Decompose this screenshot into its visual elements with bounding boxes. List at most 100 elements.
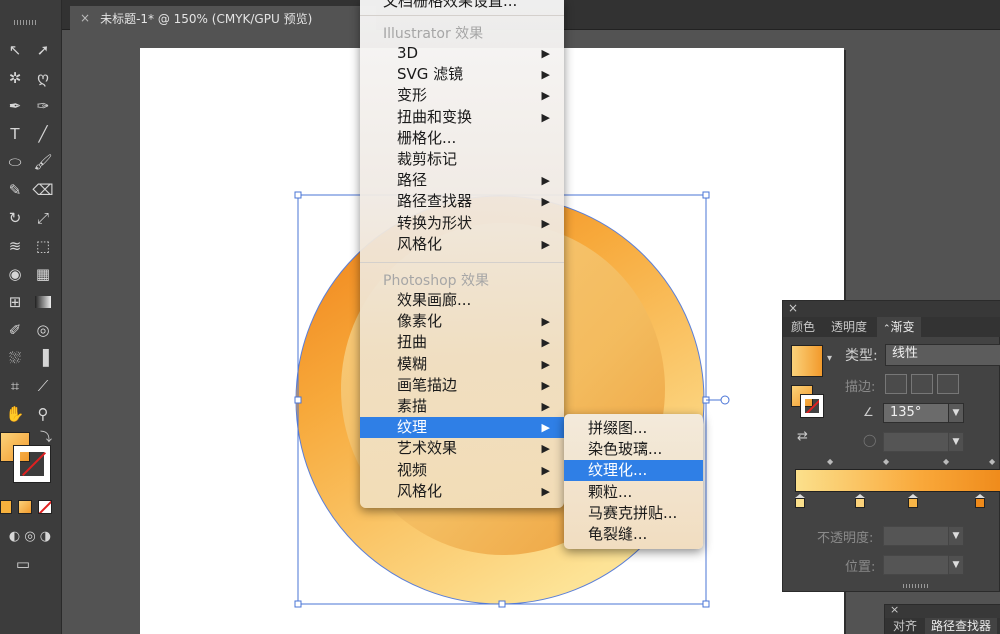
angle-icon: ∠ xyxy=(863,405,874,419)
menu-item-raster-effects-settings[interactable]: 文档栅格效果设置... xyxy=(360,0,564,12)
menu-item-label: 扭曲和变换 xyxy=(397,107,473,126)
submenu-arrow-icon: ▶ xyxy=(541,315,550,329)
midpoint-marker[interactable]: ◆ xyxy=(989,457,995,466)
menu-item-label: 栅格化... xyxy=(397,128,457,147)
panel-title-bar[interactable]: × xyxy=(885,603,1000,618)
submenu-item-4[interactable]: 马赛克拼贴... xyxy=(564,503,703,524)
submenu-arrow-icon: ▶ xyxy=(541,357,550,371)
submenu-arrow-icon: ▶ xyxy=(541,174,550,188)
menu-item-photoshop-9[interactable]: 风格化 ▶ xyxy=(360,481,564,502)
angle-field[interactable]: 135° xyxy=(883,403,949,423)
menu-item-photoshop-0[interactable]: 效果画廊... xyxy=(360,290,564,311)
menu-item-illustrator-7[interactable]: 路径查找器 ▶ xyxy=(360,191,564,212)
tab-gradient-label: 渐变 xyxy=(890,320,915,334)
menu-item-label: 转换为形状 xyxy=(397,213,473,232)
opacity-dropdown-icon: ▼ xyxy=(948,526,964,546)
menu-item-illustrator-5[interactable]: 裁剪标记 xyxy=(360,149,564,170)
menu-item-label: 画笔描边 xyxy=(397,375,458,394)
submenu-arrow-icon: ▶ xyxy=(541,47,550,60)
menu-item-label: SVG 滤镜 xyxy=(397,65,464,84)
menu-item-photoshop-6[interactable]: 纹理 ▶ xyxy=(360,417,564,439)
menu-item-illustrator-4[interactable]: 栅格化... xyxy=(360,128,564,149)
submenu-arrow-icon: ▶ xyxy=(541,68,550,82)
submenu-arrow-icon: ▶ xyxy=(541,484,550,498)
midpoint-marker[interactable]: ◆ xyxy=(943,457,949,466)
submenu-arrow-icon: ▶ xyxy=(541,400,550,413)
menu-item-photoshop-3[interactable]: 模糊 ▶ xyxy=(360,354,564,375)
menu-item-label: 裁剪标记 xyxy=(397,150,458,168)
submenu-arrow-icon: ▶ xyxy=(541,195,550,209)
submenu-item-3[interactable]: 颗粒... xyxy=(564,482,703,503)
menu-item-label: 风格化 xyxy=(397,481,443,500)
menu-item-photoshop-1[interactable]: 像素化 ▶ xyxy=(360,311,564,332)
center-point-handle[interactable] xyxy=(720,395,730,405)
menu-item-illustrator-9[interactable]: 风格化 ▶ xyxy=(360,234,564,255)
menu-item-illustrator-1[interactable]: SVG 滤镜 ▶ xyxy=(360,64,564,85)
menu-item-illustrator-6[interactable]: 路径 ▶ xyxy=(360,170,564,191)
menu-item-label: 路径 xyxy=(397,171,428,190)
menu-item-photoshop-8[interactable]: 视频 ▶ xyxy=(360,460,564,481)
tab-color[interactable]: 颜色 xyxy=(785,317,821,337)
menu-item-photoshop-2[interactable]: 扭曲 ▶ xyxy=(360,332,564,353)
menu-item-label: 模糊 xyxy=(397,354,428,373)
thumbnail-dropdown-icon[interactable]: ▾ xyxy=(827,353,832,364)
menu-item-label: 3D xyxy=(397,44,419,62)
texture-submenu: 拼缀图... 染色玻璃... 纹理化... 颗粒... 马赛克拼贴... 龟裂缝... xyxy=(564,414,703,549)
menu-item-illustrator-8[interactable]: 转换为形状 ▶ xyxy=(360,213,564,234)
type-label: 类型: xyxy=(845,348,878,364)
menu-item-label: 纹理 xyxy=(397,418,428,437)
menu-item-photoshop-5[interactable]: 素描 ▶ xyxy=(360,396,564,417)
midpoint-marker[interactable]: ◆ xyxy=(827,457,833,466)
panel-close-icon[interactable]: × xyxy=(890,603,899,616)
color-stop[interactable] xyxy=(908,494,918,508)
submenu-item-5[interactable]: 龟裂缝... xyxy=(564,524,703,545)
panel-title-bar[interactable]: × xyxy=(783,301,1000,317)
menu-item-illustrator-3[interactable]: 扭曲和变换 ▶ xyxy=(360,107,564,128)
submenu-item-0[interactable]: 拼缀图... xyxy=(564,418,703,439)
menu-item-label: 变形 xyxy=(397,86,428,105)
submenu-arrow-icon: ▶ xyxy=(541,442,550,456)
opacity-label: 不透明度: xyxy=(817,531,874,546)
gradient-panel: × 颜色 透明度 ⌃渐变 ▾ 类型: 线性 描边: ⇄ ∠ 135° ▼ ◯ ▼… xyxy=(782,300,1000,592)
resize-grip[interactable] xyxy=(903,584,929,588)
menu-item-label: 视频 xyxy=(397,460,428,479)
midpoint-marker[interactable]: ◆ xyxy=(883,457,889,466)
location-label: 位置: xyxy=(845,560,876,575)
menu-item-illustrator-2[interactable]: 变形 ▶ xyxy=(360,85,564,106)
submenu-arrow-icon: ▶ xyxy=(541,378,550,392)
panel-close-icon[interactable]: × xyxy=(788,301,798,315)
gradient-thumbnail[interactable] xyxy=(791,345,823,377)
submenu-arrow-icon: ▶ xyxy=(541,110,550,124)
gradient-slider[interactable] xyxy=(795,469,1000,492)
angle-dropdown-icon[interactable]: ▼ xyxy=(948,403,964,423)
location-field xyxy=(883,555,949,575)
type-select[interactable]: 线性 xyxy=(885,344,1000,366)
menu-item-illustrator-0[interactable]: 3D ▶ xyxy=(360,43,564,64)
reverse-gradient-icon[interactable]: ⇄ xyxy=(797,429,808,444)
opacity-field xyxy=(883,526,949,546)
submenu-arrow-icon: ▶ xyxy=(541,336,550,350)
panel-tabs: 颜色 透明度 ⌃渐变 xyxy=(783,317,1000,337)
stroke-box[interactable] xyxy=(801,395,823,417)
stroke-label: 描边: xyxy=(845,380,876,395)
color-stop[interactable] xyxy=(795,494,805,508)
submenu-item-2[interactable]: 纹理化... xyxy=(564,460,703,482)
aspect-dropdown-icon: ▼ xyxy=(948,432,964,452)
gradient-ramp xyxy=(796,470,1000,491)
illustrator-effects-header: Illustrator 效果 xyxy=(383,26,484,42)
tab-align[interactable]: 对齐 xyxy=(887,618,923,634)
submenu-arrow-icon: ▶ xyxy=(541,216,550,230)
menu-separator xyxy=(360,262,564,263)
menu-item-photoshop-7[interactable]: 艺术效果 ▶ xyxy=(360,438,564,459)
menu-separator xyxy=(360,15,564,16)
tab-gradient[interactable]: ⌃渐变 xyxy=(877,317,921,337)
submenu-item-1[interactable]: 染色玻璃... xyxy=(564,439,703,460)
submenu-arrow-icon: ▶ xyxy=(541,89,550,103)
color-stop[interactable] xyxy=(975,494,985,508)
aspect-ratio-field xyxy=(883,432,949,452)
color-stop[interactable] xyxy=(855,494,865,508)
tab-transparency[interactable]: 透明度 xyxy=(825,317,873,337)
menu-item-photoshop-4[interactable]: 画笔描边 ▶ xyxy=(360,375,564,396)
tab-pathfinder[interactable]: 路径查找器 xyxy=(925,618,998,634)
aspect-ratio-icon: ◯ xyxy=(863,433,877,447)
